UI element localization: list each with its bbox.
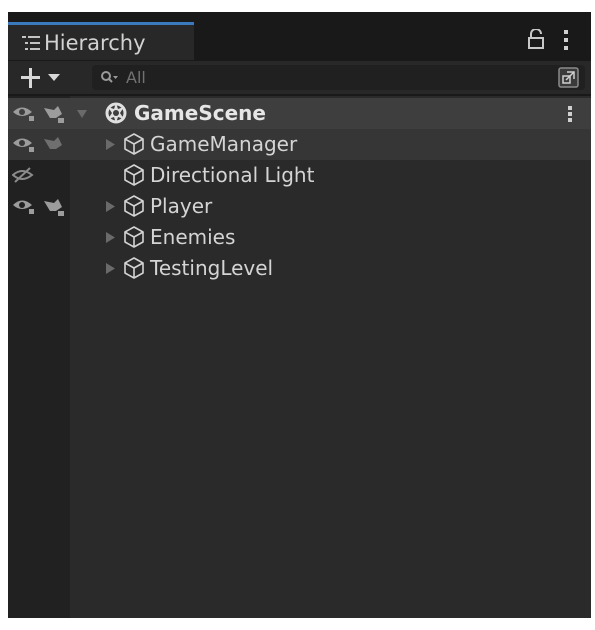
hierarchy-item-directional-light[interactable]: Directional Light [8,160,591,191]
eye-icon[interactable] [12,198,36,215]
item-label: Enemies [150,225,236,249]
search-field[interactable] [92,65,585,90]
pointer-hand-icon[interactable] [42,197,66,217]
pointer-hand-icon[interactable] [42,135,66,155]
search-icon [101,71,118,83]
scene-search-toggle-icon[interactable] [558,67,579,88]
expand-arrow-right-icon[interactable] [104,262,116,275]
hierarchy-item-enemies[interactable]: Enemies [8,222,591,253]
cube-icon [124,164,144,186]
tab-bar: Hierarchy [8,12,591,61]
lock-icon[interactable] [528,29,544,49]
item-label: Directional Light [150,163,315,187]
expand-arrow-right-icon[interactable] [104,138,116,151]
hierarchy-item-gamemanager[interactable]: GameManager [8,129,591,160]
scene-label: GameScene [134,101,266,125]
create-dropdown-button[interactable] [20,65,76,91]
expand-arrow-right-icon[interactable] [104,231,116,244]
eye-icon[interactable] [12,105,36,122]
item-label: Player [150,194,213,218]
pointer-hand-icon[interactable] [42,104,66,124]
hierarchy-item-player[interactable]: Player [8,191,591,222]
dropdown-arrow-icon [48,74,60,81]
kebab-menu-icon[interactable] [567,105,573,123]
hierarchy-toolbar [8,61,591,96]
kebab-menu-icon[interactable] [562,28,570,52]
plus-icon [21,68,40,88]
cube-icon [124,195,144,217]
eye-hidden-icon[interactable] [12,167,36,184]
hierarchy-item-testinglevel[interactable]: TestingLevel [8,253,591,284]
expand-arrow-right-icon[interactable] [104,200,116,213]
cube-icon [124,226,144,248]
eye-icon[interactable] [12,136,36,153]
hierarchy-window: Hierarchy All GameScene GameManager Dire… [8,12,591,618]
item-label: GameManager [150,132,298,156]
expand-arrow-down-icon[interactable] [76,107,88,120]
list-icon [22,36,40,50]
cube-icon [124,257,144,279]
cube-icon [124,133,144,155]
unity-scene-icon [105,102,127,124]
tab-label: Hierarchy [44,31,146,55]
search-input[interactable] [126,65,546,90]
scene-row[interactable]: GameScene [8,98,591,129]
tab-hierarchy[interactable]: Hierarchy [8,22,194,60]
item-label: TestingLevel [150,256,274,280]
